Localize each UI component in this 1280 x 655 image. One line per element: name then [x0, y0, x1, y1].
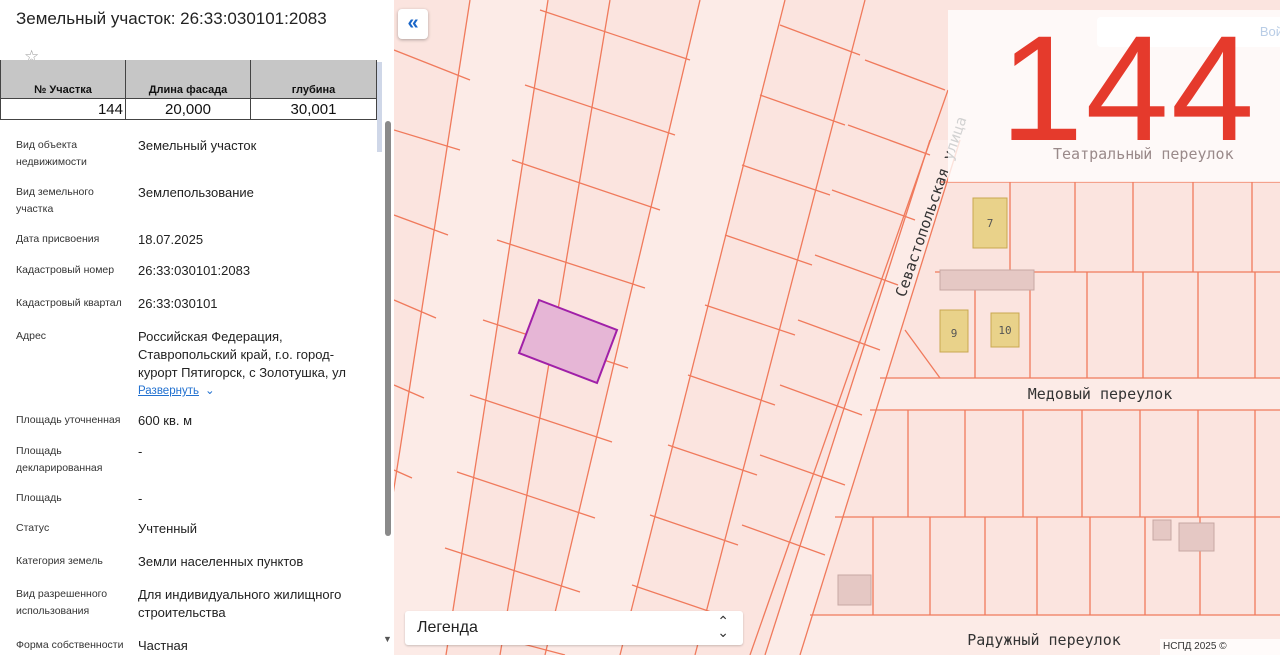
- property-label: Кадастровый номер: [16, 264, 115, 276]
- property-label: Площадь: [16, 492, 62, 504]
- property-label: Площадь уточненная: [16, 414, 121, 426]
- table-cell: 20,000: [125, 98, 251, 120]
- property-value: Земли населенных пунктов: [138, 554, 304, 569]
- property-value: 26:33:030101:2083: [138, 263, 251, 278]
- legend-label: Легенда: [417, 619, 478, 636]
- building: [939, 269, 1035, 291]
- expand-link-label: Развернуть: [138, 385, 199, 397]
- property-label: Площадь декларированная: [16, 445, 103, 474]
- expand-link[interactable]: Развернуть ⌄: [138, 383, 215, 397]
- building: [1178, 522, 1215, 552]
- property-value: Учтенный: [138, 521, 198, 536]
- collapse-panel-button[interactable]: «: [398, 9, 428, 39]
- object-info-panel: Земельный участок: 26:33:030101:2083 ☆ №…: [0, 0, 395, 655]
- table-header: № Участка: [0, 60, 126, 99]
- property-label: Вид земельного участка: [16, 186, 94, 215]
- panel-title: Земельный участок: 26:33:030101:2083: [16, 9, 327, 28]
- property-value: 600 кв. м: [138, 413, 193, 428]
- street-label: Медовый переулок: [1028, 385, 1173, 403]
- property-value: Российская Федерация, Ставропольский кра…: [138, 329, 346, 380]
- legend-dropdown[interactable]: Легенда ⌃ ⌄: [405, 611, 743, 645]
- table-row: 144 20,000 30,001: [0, 98, 377, 120]
- building-number: 9: [951, 327, 958, 340]
- building: [1152, 519, 1172, 541]
- table-header: Длина фасада: [125, 60, 251, 99]
- property-label: Статус: [16, 522, 50, 534]
- building-number: 10: [998, 324, 1011, 337]
- scroll-down-icon[interactable]: ▼: [383, 634, 392, 644]
- property-value: 26:33:030101: [138, 296, 218, 311]
- login-button-label: Войт: [1259, 24, 1280, 39]
- property-label: Вид объекта недвижимости: [16, 139, 87, 168]
- street-label: Радужный переулок: [967, 631, 1121, 649]
- property-value: Землепользование: [138, 185, 254, 200]
- property-value: -: [138, 491, 143, 506]
- property-value: Для индивидуального жилищного строительс…: [138, 587, 342, 620]
- property-label: Категория земель: [16, 555, 103, 567]
- parcel-dimensions-table: № Участка Длина фасада глубина 144 20,00…: [0, 60, 377, 120]
- street-label: Театральный переулок: [1053, 145, 1234, 163]
- chevron-down-icon: ⌄: [204, 385, 215, 397]
- panel-scrollbar[interactable]: [385, 121, 391, 536]
- sort-arrows-icon: ⌃ ⌄: [717, 613, 729, 640]
- property-label: Адрес: [16, 330, 47, 342]
- building-number: 7: [987, 217, 994, 230]
- property-label: Вид разрешенного использования: [16, 588, 108, 617]
- property-value: Частная: [138, 638, 188, 653]
- property-value: Земельный участок: [138, 138, 257, 153]
- table-cell: 30,001: [250, 98, 377, 120]
- property-label: Дата присвоения: [16, 233, 100, 245]
- copyright-label: НСПД 2025 ©: [1160, 639, 1280, 655]
- property-value: -: [138, 444, 143, 459]
- property-value: 18.07.2025: [138, 232, 204, 247]
- side-accent: [377, 62, 382, 152]
- property-label: Кадастровый квартал: [16, 297, 122, 309]
- building: [837, 574, 872, 606]
- table-cell: 144: [0, 98, 126, 120]
- property-label: Форма собственности: [16, 639, 124, 651]
- table-header: глубина: [250, 60, 377, 99]
